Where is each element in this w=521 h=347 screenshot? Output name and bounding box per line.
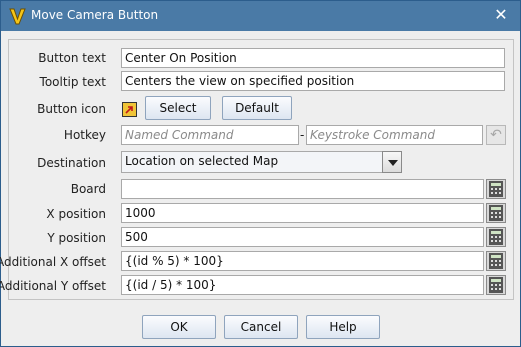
x-position-input[interactable]: 1000 [121,203,484,223]
button-text-input[interactable]: Center On Position [121,48,505,68]
help-button[interactable]: Help [306,315,380,339]
additional-y-offset-label: Additional Y offset [0,279,106,293]
board-input[interactable] [121,179,484,199]
close-icon[interactable]: ✕ [492,6,510,24]
calculator-icon[interactable] [486,275,506,295]
destination-select[interactable]: Location on selected Map [121,151,383,173]
chevron-down-icon[interactable] [382,151,402,173]
keystroke-command-input[interactable]: Keystroke Command [306,125,483,145]
undo-icon[interactable]: ↶ [486,125,506,145]
named-command-input[interactable]: Named Command [121,125,299,145]
select-icon-button[interactable]: Select [145,96,211,120]
ok-button[interactable]: OK [142,315,216,339]
button-icon-preview [122,102,137,117]
calculator-icon[interactable] [486,227,506,247]
window-title: Move Camera Button [31,8,159,22]
vassal-v-icon [9,8,26,25]
x-position-label: X position [46,207,106,221]
default-icon-button[interactable]: Default [222,96,292,120]
additional-x-offset-label: Additional X offset [0,255,106,269]
destination-label: Destination [37,156,106,170]
y-position-input[interactable]: 500 [121,227,484,247]
move-arrow-icon [125,106,133,114]
hotkey-label: Hotkey [63,128,106,142]
hotkey-separator: - [300,128,305,142]
additional-x-offset-input[interactable]: {(id % 5) * 100} [121,251,484,271]
button-icon-label: Button icon [37,102,106,116]
y-position-label: Y position [47,231,106,245]
cancel-button[interactable]: Cancel [224,315,298,339]
dialog-window: Move Camera Button ✕ Button text Center … [0,0,521,347]
tooltip-text-label: Tooltip text [39,75,106,89]
title-bar[interactable]: Move Camera Button ✕ [1,1,520,31]
additional-y-offset-input[interactable]: {(id / 5) * 100} [121,275,484,295]
board-label: Board [70,182,106,196]
calculator-icon[interactable] [486,203,506,223]
calculator-icon[interactable] [486,179,506,199]
button-text-label: Button text [38,51,106,65]
form-panel: Button text Center On Position Tooltip t… [0,39,514,300]
tooltip-text-input[interactable]: Centers the view on specified position [121,71,505,91]
calculator-icon[interactable] [486,251,506,271]
